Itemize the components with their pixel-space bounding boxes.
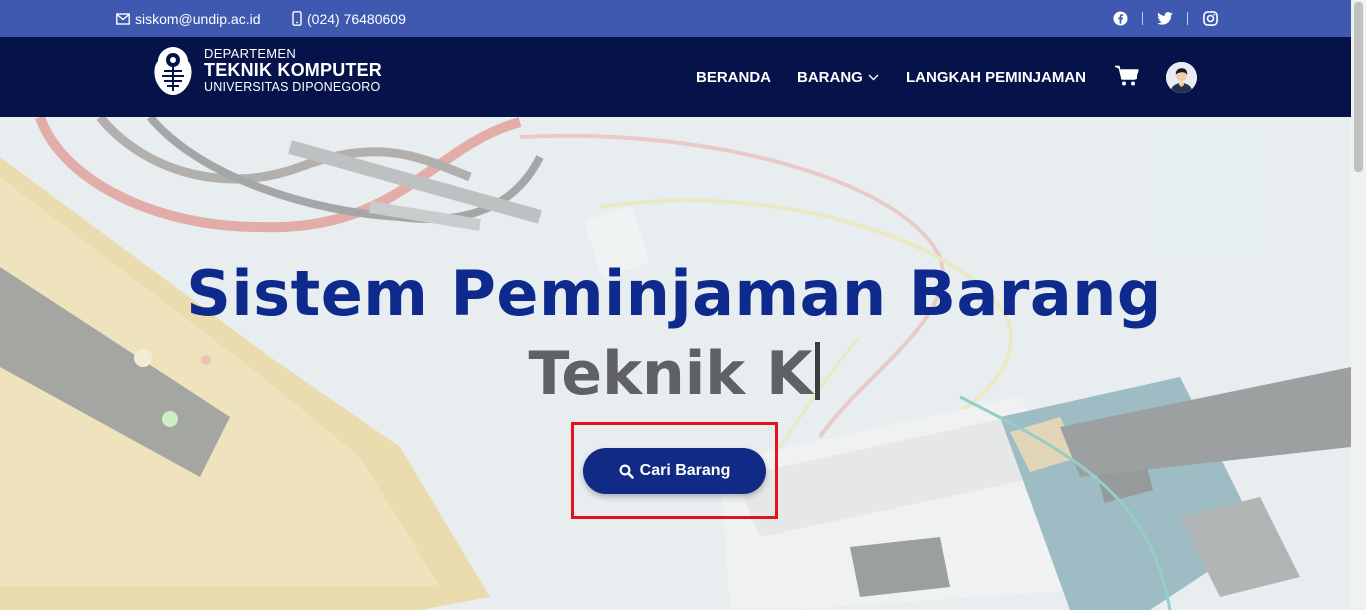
brand-link[interactable]: DEPARTEMEN TEKNIK KOMPUTER UNIVERSITAS D… xyxy=(152,45,382,97)
twitter-icon[interactable] xyxy=(1157,11,1173,27)
page-scrollbar[interactable] xyxy=(1351,0,1366,610)
facebook-icon[interactable] xyxy=(1112,11,1128,27)
phone-text: (024) 76480609 xyxy=(307,10,406,27)
scrollbar-thumb[interactable] xyxy=(1354,2,1363,172)
brand-line-university: UNIVERSITAS DIPONEGORO xyxy=(204,80,381,95)
phone-icon xyxy=(292,11,302,26)
hero-section: Sistem Peminjaman Barang Teknik K Cari B… xyxy=(0,117,1351,610)
typed-text: Teknik K xyxy=(528,339,813,409)
undip-logo xyxy=(154,47,192,95)
envelope-icon xyxy=(116,12,130,25)
social-divider xyxy=(1142,12,1143,25)
email-text: siskom@undip.ac.id xyxy=(135,10,261,27)
chevron-down-icon xyxy=(868,74,879,80)
hero-title: Sistem Peminjaman Barang xyxy=(186,257,1162,330)
social-divider xyxy=(1187,12,1188,25)
phone-contact[interactable]: (024) 76480609 xyxy=(292,0,406,37)
typing-caret xyxy=(814,342,820,400)
instagram-icon[interactable] xyxy=(1202,11,1218,27)
nav-barang-dropdown[interactable]: BARANG xyxy=(797,37,879,117)
nav-langkah-label: LANGKAH PEMINJAMAN xyxy=(906,68,1086,86)
nav-langkah-peminjaman[interactable]: LANGKAH PEMINJAMAN xyxy=(906,37,1086,117)
nav-barang-label: BARANG xyxy=(797,68,863,86)
cari-barang-label: Cari Barang xyxy=(639,462,731,479)
brand-line-department: DEPARTEMEN xyxy=(204,46,297,62)
nav-beranda-label: BERANDA xyxy=(696,68,771,86)
user-avatar[interactable] xyxy=(1166,62,1197,93)
cari-barang-button[interactable]: Cari Barang xyxy=(583,448,766,494)
user-avatar-icon xyxy=(1166,62,1197,93)
social-links xyxy=(1112,0,1218,37)
brand-line-name: TEKNIK KOMPUTER xyxy=(204,60,382,81)
nav-beranda[interactable]: BERANDA xyxy=(696,37,771,117)
top-contact-bar: siskom@undip.ac.id (024) 76480609 xyxy=(0,0,1351,37)
main-header: DEPARTEMEN TEKNIK KOMPUTER UNIVERSITAS D… xyxy=(0,37,1351,117)
search-icon xyxy=(619,463,634,479)
hero-typed-subtitle: Teknik K xyxy=(0,339,1348,409)
email-contact[interactable]: siskom@undip.ac.id xyxy=(116,0,261,37)
cart-icon[interactable] xyxy=(1115,65,1139,87)
